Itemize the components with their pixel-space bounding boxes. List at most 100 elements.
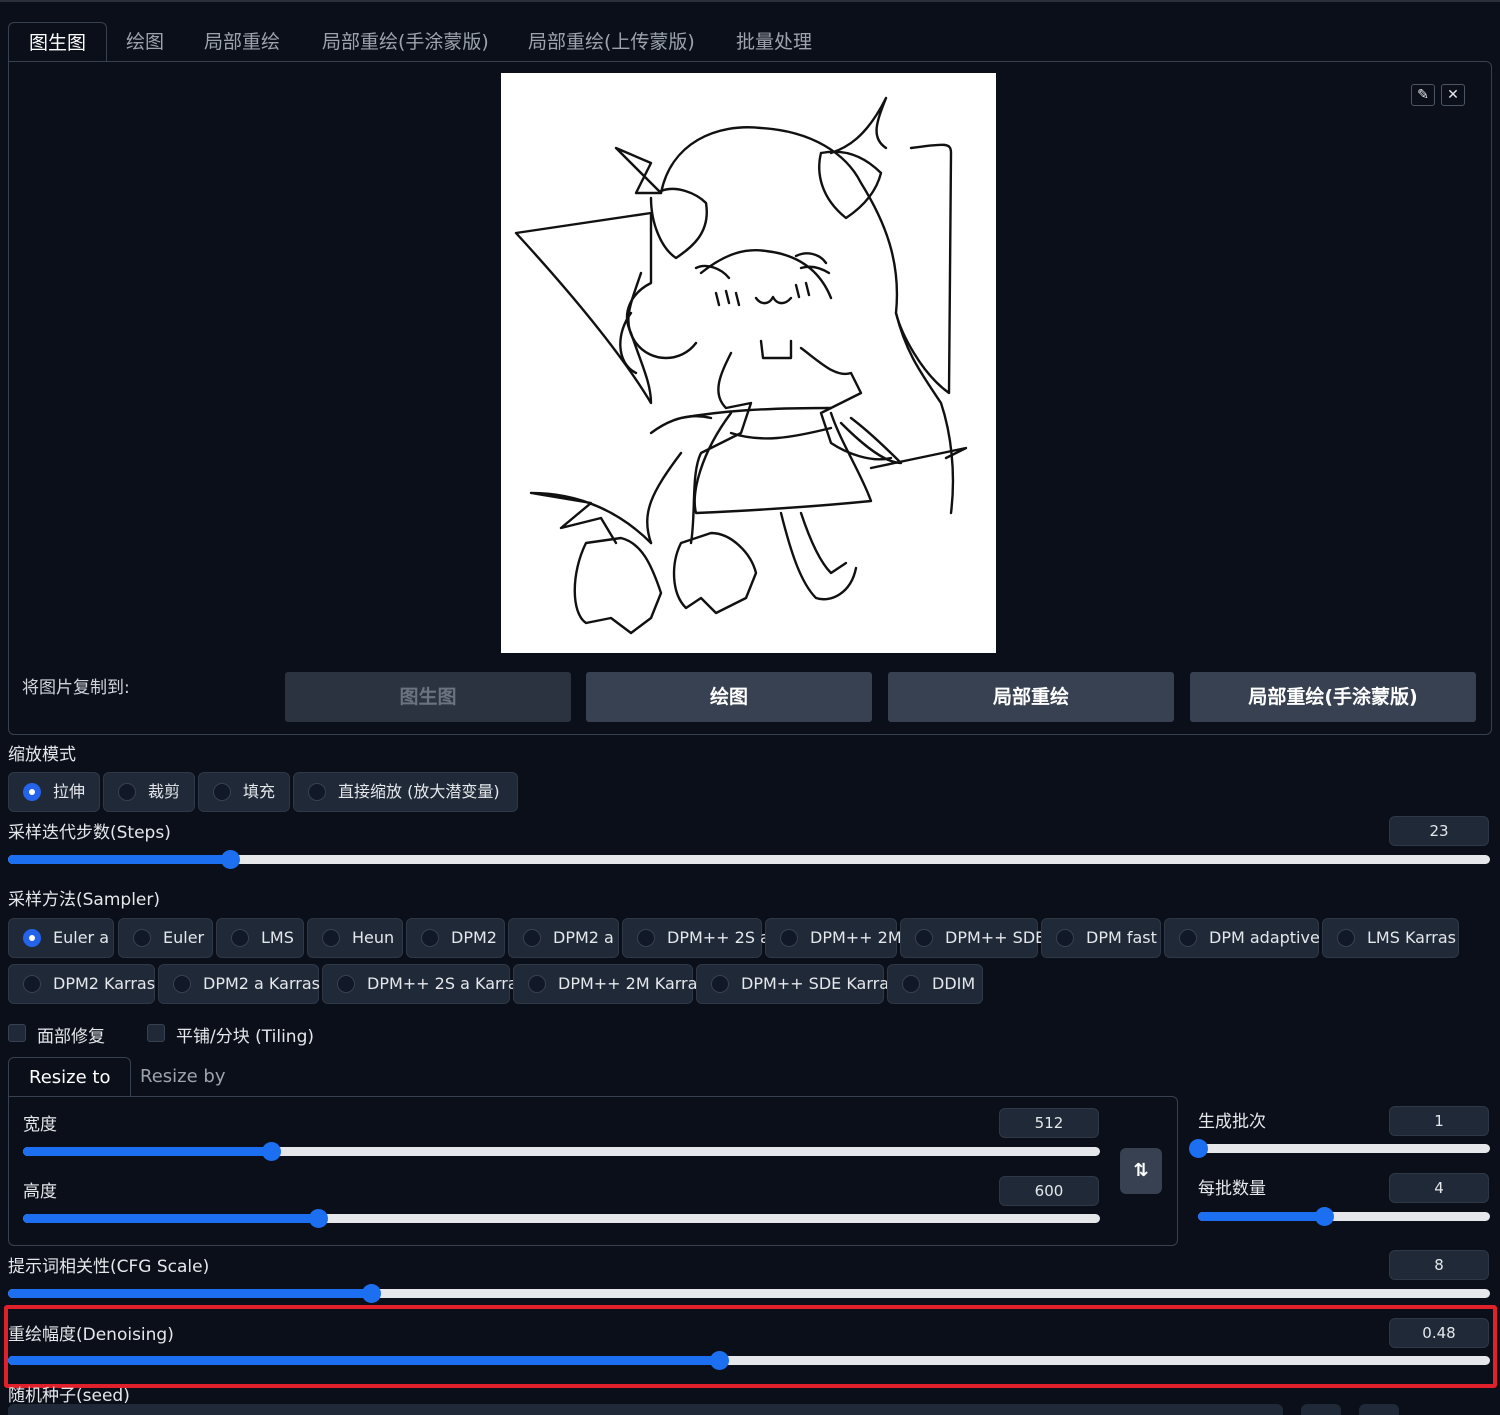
- radio-dot: [1337, 929, 1355, 947]
- sampler-dpm-fast[interactable]: DPM fast: [1041, 918, 1161, 958]
- radio-dot: [23, 929, 41, 947]
- tiling-label: 平铺/分块 (Tiling): [176, 1027, 314, 1047]
- resize-mode-fill[interactable]: 填充: [198, 772, 290, 812]
- width-slider[interactable]: [23, 1142, 1100, 1161]
- radio-dot: [902, 975, 920, 993]
- radio-label: DPM++ 2S a: [667, 928, 770, 947]
- sampler-dpmpp-sde[interactable]: DPM++ SDE: [900, 918, 1045, 958]
- radio-label: DPM++ 2S a Karras: [367, 974, 527, 993]
- radio-dot: [322, 929, 340, 947]
- radio-dot: [1056, 929, 1074, 947]
- tiling-checkbox[interactable]: [147, 1024, 165, 1042]
- sampler-heun[interactable]: Heun: [307, 918, 403, 958]
- slider-fill: [23, 1214, 318, 1223]
- copy-to-inpaint-button[interactable]: 局部重绘: [888, 672, 1174, 722]
- tab-batch[interactable]: 批量处理: [716, 22, 832, 62]
- close-icon[interactable]: ✕: [1441, 84, 1465, 106]
- radio-dot: [915, 929, 933, 947]
- slider-fill: [8, 1289, 371, 1298]
- input-image-canvas[interactable]: [501, 73, 996, 653]
- height-input[interactable]: 600: [999, 1176, 1099, 1206]
- sampler-euler[interactable]: Euler: [118, 918, 213, 958]
- resize-mode-latent[interactable]: 直接缩放 (放大潜变量): [293, 772, 518, 812]
- batch-size-input[interactable]: 4: [1389, 1173, 1489, 1203]
- sampler-dpmpp-sde-karras[interactable]: DPM++ SDE Karras: [696, 964, 897, 1004]
- radio-dot: [528, 975, 546, 993]
- tab-img2img[interactable]: 图生图: [8, 22, 108, 62]
- sampler-dpm-adaptive[interactable]: DPM adaptive: [1164, 918, 1320, 958]
- copy-to-inpaint-sketch-button[interactable]: 局部重绘(手涂蒙版): [1190, 672, 1476, 722]
- batch-size-slider[interactable]: [1198, 1207, 1490, 1226]
- steps-slider[interactable]: [8, 850, 1490, 869]
- resize-mode-crop[interactable]: 裁剪: [103, 772, 195, 812]
- radio-label: Euler: [163, 928, 205, 947]
- sampler-dpmpp-2m-karras[interactable]: DPM++ 2M Karras: [513, 964, 706, 1004]
- sampler-dpm2-karras[interactable]: DPM2 Karras: [8, 964, 155, 1004]
- steps-label: 采样迭代步数(Steps): [8, 823, 171, 843]
- sampler-dpm2-a-karras[interactable]: DPM2 a Karras: [158, 964, 320, 1004]
- swap-dimensions-button[interactable]: ⇅: [1120, 1148, 1162, 1194]
- radio-label: LMS: [261, 928, 294, 947]
- sampler-dpmpp-2s-a-karras[interactable]: DPM++ 2S a Karras: [322, 964, 526, 1004]
- slider-knob[interactable]: [221, 850, 240, 869]
- sampler-dpmpp-2m[interactable]: DPM++ 2M: [765, 918, 902, 958]
- face-restore-checkbox[interactable]: [8, 1024, 26, 1042]
- width-input[interactable]: 512: [999, 1108, 1099, 1138]
- radio-label: DDIM: [932, 974, 976, 993]
- steps-input[interactable]: 23: [1389, 816, 1489, 846]
- top-border: [0, 0, 1500, 2]
- sampler-dpm2-a[interactable]: DPM2 a: [508, 918, 619, 958]
- radio-dot: [780, 929, 798, 947]
- radio-dot: [231, 929, 249, 947]
- radio-label: DPM fast: [1086, 928, 1157, 947]
- slider-fill: [1198, 1212, 1324, 1221]
- radio-dot: [118, 783, 136, 801]
- sampler-label: 采样方法(Sampler): [8, 890, 160, 910]
- sampler-lms-karras[interactable]: LMS Karras: [1322, 918, 1459, 958]
- radio-label: 拉伸: [53, 782, 86, 801]
- sampler-dpmpp-2s-a[interactable]: DPM++ 2S a: [622, 918, 770, 958]
- slider-knob[interactable]: [262, 1142, 281, 1161]
- batch-count-input[interactable]: 1: [1389, 1106, 1489, 1136]
- random-seed-button[interactable]: [1301, 1404, 1341, 1415]
- radio-label: 直接缩放 (放大潜变量): [338, 782, 500, 801]
- width-label: 宽度: [23, 1115, 57, 1135]
- radio-label: DPM2 Karras: [53, 974, 156, 993]
- radio-label: DPM2 a: [553, 928, 614, 947]
- reuse-seed-button[interactable]: [1359, 1404, 1399, 1415]
- slider-knob[interactable]: [1189, 1139, 1208, 1158]
- radio-label: Euler a: [53, 928, 110, 947]
- resize-mode-stretch[interactable]: 拉伸: [8, 772, 100, 812]
- seed-input[interactable]: [8, 1404, 1283, 1415]
- sampler-dpm2[interactable]: DPM2: [406, 918, 505, 958]
- copy-to-img2img-button[interactable]: 图生图: [285, 672, 571, 722]
- radio-dot: [308, 783, 326, 801]
- tab-inpaint[interactable]: 局部重绘: [184, 22, 300, 62]
- tab-inpaint-upload[interactable]: 局部重绘(上传蒙版): [508, 22, 715, 62]
- main-tabs: 图生图 绘图 局部重绘 局部重绘(手涂蒙版) 局部重绘(上传蒙版) 批量处理: [8, 22, 1492, 62]
- slider-knob[interactable]: [309, 1209, 328, 1228]
- cfg-input[interactable]: 8: [1389, 1250, 1489, 1280]
- denoising-highlight-box: [4, 1305, 1497, 1388]
- tab-resize-to[interactable]: Resize to: [8, 1057, 132, 1097]
- cfg-slider[interactable]: [8, 1284, 1490, 1303]
- radio-label: DPM adaptive: [1209, 928, 1320, 947]
- radio-label: DPM++ 2M: [810, 928, 902, 947]
- batch-size-label: 每批数量: [1198, 1179, 1266, 1199]
- edit-icon[interactable]: ✎: [1411, 84, 1435, 106]
- tab-inpaint-sketch[interactable]: 局部重绘(手涂蒙版): [302, 22, 509, 62]
- height-slider[interactable]: [23, 1209, 1100, 1228]
- radio-dot: [213, 783, 231, 801]
- slider-knob[interactable]: [1315, 1207, 1334, 1226]
- sampler-lms[interactable]: LMS: [216, 918, 304, 958]
- slider-knob[interactable]: [362, 1284, 381, 1303]
- radio-label: DPM++ SDE Karras: [741, 974, 898, 993]
- copy-to-sketch-button[interactable]: 绘图: [586, 672, 872, 722]
- tab-resize-by[interactable]: Resize by: [120, 1057, 245, 1097]
- tab-sketch[interactable]: 绘图: [106, 22, 184, 62]
- batch-count-slider[interactable]: [1189, 1139, 1490, 1158]
- sampler-euler-a[interactable]: Euler a: [8, 918, 114, 958]
- sampler-ddim[interactable]: DDIM: [887, 964, 983, 1004]
- radio-dot: [173, 975, 191, 993]
- batch-count-label: 生成批次: [1198, 1112, 1266, 1132]
